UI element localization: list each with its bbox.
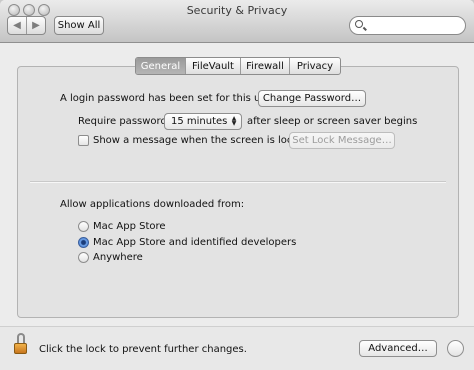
- search-icon: [355, 20, 363, 28]
- radio-anywhere[interactable]: [78, 252, 89, 263]
- change-password-button[interactable]: Change Password…: [258, 90, 366, 107]
- section-divider: [30, 181, 446, 183]
- set-lock-message-button[interactable]: Set Lock Message…: [289, 132, 395, 149]
- title-bar: Security & Privacy ◀ ▶ Show All: [0, 0, 474, 43]
- forward-button[interactable]: ▶: [27, 17, 45, 34]
- lock-status-text: Click the lock to prevent further change…: [39, 344, 247, 355]
- require-password-value: 15 minutes: [171, 116, 228, 127]
- show-message-checkbox[interactable]: [78, 135, 89, 146]
- advanced-button[interactable]: Advanced…: [359, 340, 437, 357]
- back-button[interactable]: ◀: [8, 17, 27, 34]
- tab-general[interactable]: General: [136, 58, 186, 74]
- radio-label-anywhere: Anywhere: [93, 252, 143, 263]
- require-password-label: Require password: [78, 116, 167, 127]
- tab-bar: General FileVault Firewall Privacy: [135, 57, 341, 75]
- allow-apps-heading: Allow applications downloaded from:: [60, 199, 245, 210]
- require-password-popup[interactable]: 15 minutes ▲ ▼: [164, 113, 242, 130]
- tab-firewall[interactable]: Firewall: [241, 58, 290, 74]
- open-padlock-icon[interactable]: [14, 333, 29, 355]
- show-all-button[interactable]: Show All: [54, 16, 104, 35]
- help-button[interactable]: [447, 340, 464, 357]
- tab-privacy[interactable]: Privacy: [290, 58, 340, 74]
- tab-filevault[interactable]: FileVault: [186, 58, 241, 74]
- search-input[interactable]: [367, 18, 463, 35]
- search-field[interactable]: [349, 16, 466, 35]
- back-arrow-icon: ◀: [13, 20, 21, 31]
- require-password-suffix: after sleep or screen saver begins: [247, 116, 418, 127]
- radio-label-mac-app-store: Mac App Store: [93, 221, 166, 232]
- radio-label-mac-app-store-identified: Mac App Store and identified developers: [93, 237, 297, 248]
- radio-mac-app-store-identified[interactable]: [78, 237, 89, 248]
- security-privacy-window: Security & Privacy ◀ ▶ Show All General …: [0, 0, 474, 370]
- radio-mac-app-store[interactable]: [78, 221, 89, 232]
- popup-arrows-icon: ▲ ▼: [231, 115, 237, 127]
- forward-arrow-icon: ▶: [32, 20, 40, 31]
- back-forward-control: ◀ ▶: [7, 16, 46, 35]
- login-password-text: A login password has been set for this u…: [60, 93, 276, 104]
- show-message-label: Show a message when the screen is locked: [93, 135, 311, 146]
